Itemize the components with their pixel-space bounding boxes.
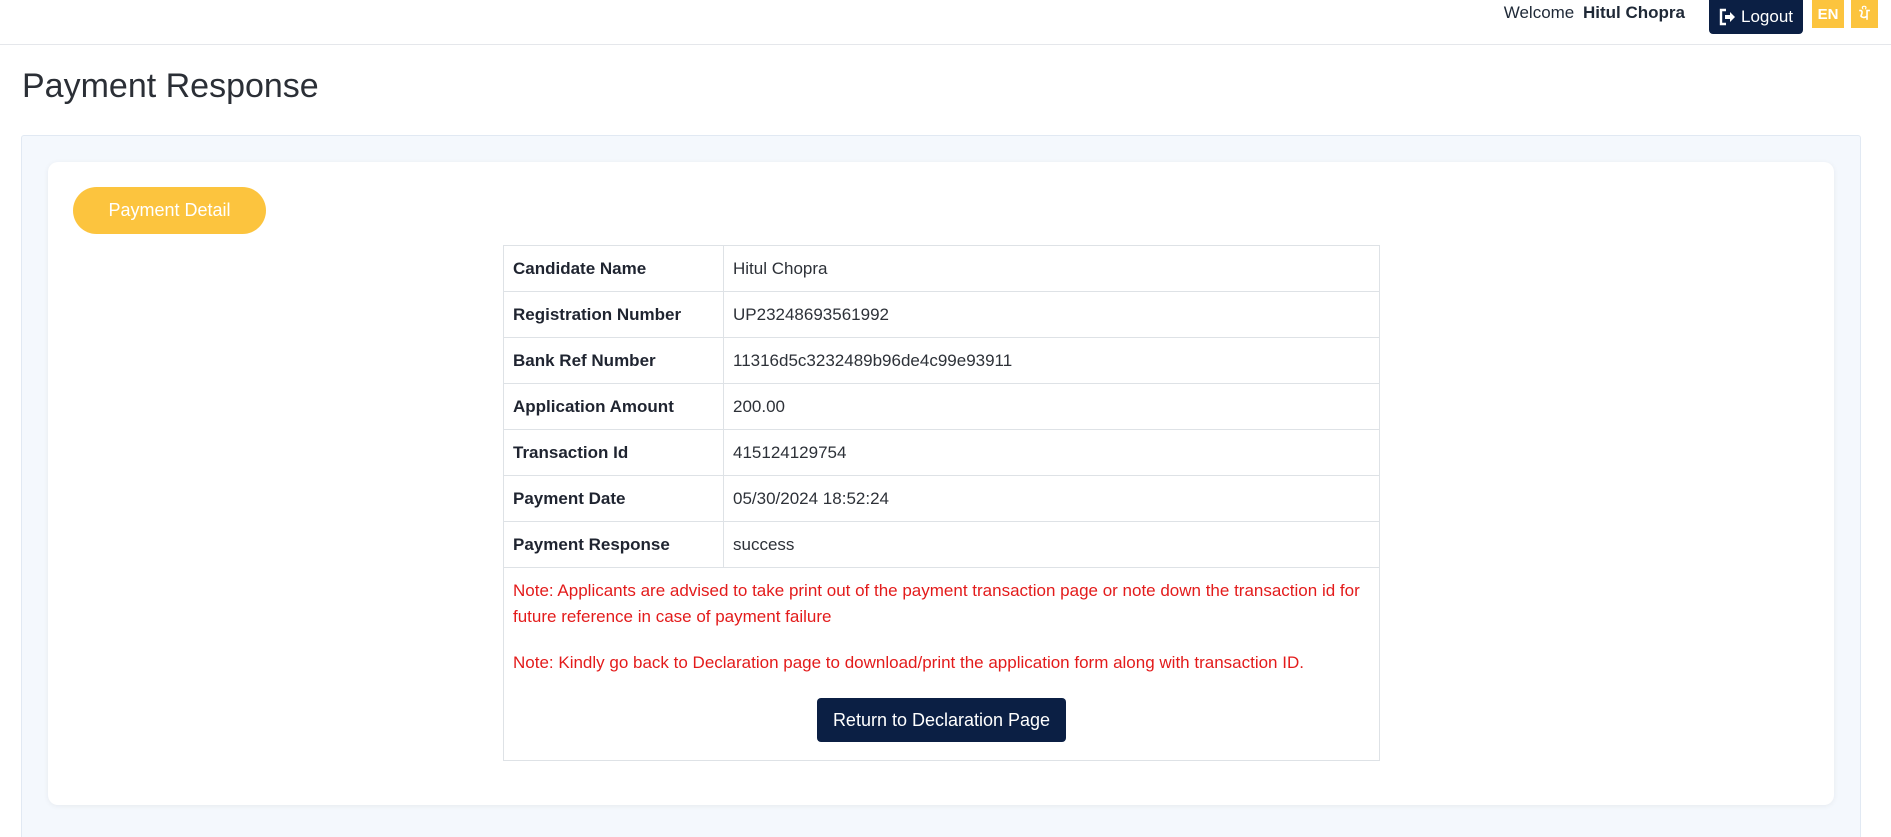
language-punjabi-button[interactable]: ਪੰ xyxy=(1851,0,1878,28)
row-value: 05/30/2024 18:52:24 xyxy=(723,475,1380,522)
row-label: Candidate Name xyxy=(503,245,724,292)
table-row: Bank Ref Number 11316d5c3232489b96de4c99… xyxy=(503,337,1380,384)
welcome-text: Welcome xyxy=(1503,3,1575,22)
table-row: Application Amount 200.00 xyxy=(503,383,1380,430)
page-title: Payment Response xyxy=(22,67,319,105)
table-row: Transaction Id 415124129754 xyxy=(503,429,1380,476)
row-value: 200.00 xyxy=(723,383,1380,430)
notes-cell: Note: Applicants are advised to take pri… xyxy=(503,567,1380,761)
row-label: Payment Date xyxy=(503,475,724,522)
row-value: 11316d5c3232489b96de4c99e93911 xyxy=(723,337,1380,384)
logout-button[interactable]: Logout xyxy=(1709,0,1803,34)
row-value: UP23248693561992 xyxy=(723,291,1380,338)
row-value: Hitul Chopra xyxy=(723,245,1380,292)
payment-detail-table: Candidate Name Hitul Chopra Registration… xyxy=(503,245,1380,761)
table-row: Payment Response success xyxy=(503,521,1380,568)
table-row: Payment Date 05/30/2024 18:52:24 xyxy=(503,475,1380,522)
welcome-message: Welcome Hitul Chopra xyxy=(1504,2,1685,24)
row-label: Bank Ref Number xyxy=(503,337,724,384)
row-value: 415124129754 xyxy=(723,429,1380,476)
language-english-button[interactable]: EN xyxy=(1812,0,1844,28)
return-to-declaration-button[interactable]: Return to Declaration Page xyxy=(816,698,1067,742)
note-declaration: Note: Kindly go back to Declaration page… xyxy=(513,653,1304,672)
row-label: Application Amount xyxy=(503,383,724,430)
user-name: Hitul Chopra xyxy=(1583,3,1685,22)
top-header: Welcome Hitul Chopra Logout EN ਪੰ xyxy=(0,0,1891,45)
row-value: success xyxy=(723,521,1380,568)
logout-label: Logout xyxy=(1741,7,1793,26)
sign-out-icon xyxy=(1719,8,1737,26)
payment-detail-tab: Payment Detail xyxy=(73,187,266,234)
note-print-advice: Note: Applicants are advised to take pri… xyxy=(513,581,1360,626)
row-label: Registration Number xyxy=(503,291,724,338)
table-row: Registration Number UP23248693561992 xyxy=(503,291,1380,338)
row-label: Transaction Id xyxy=(503,429,724,476)
table-row: Candidate Name Hitul Chopra xyxy=(503,245,1380,292)
return-button-wrap: Return to Declaration Page xyxy=(513,698,1370,742)
notes-row: Note: Applicants are advised to take pri… xyxy=(503,567,1380,761)
row-label: Payment Response xyxy=(503,521,724,568)
